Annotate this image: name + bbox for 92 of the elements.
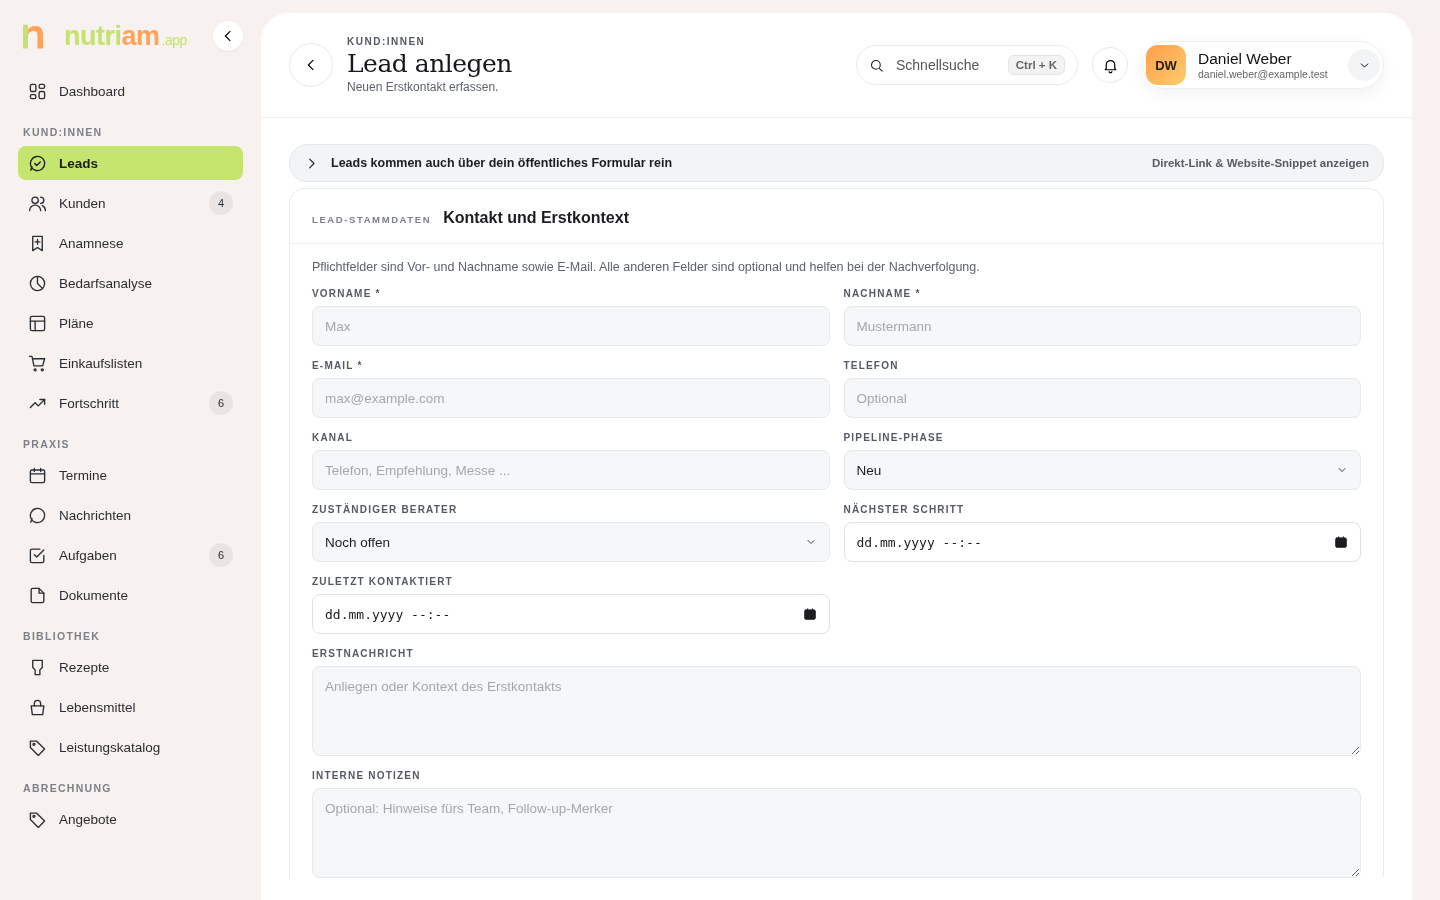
section-heading: PRAXIS (23, 438, 71, 450)
page-title: Lead anlegen (347, 49, 513, 78)
sidebar-item-label: Einkaufslisten (59, 355, 144, 371)
tag-icon (28, 737, 47, 757)
card-eyebrow: LEAD-STAMMDATEN (312, 214, 432, 225)
banner-text: Leads kommen auch über dein öffentliches Formular rein (331, 156, 674, 170)
basket-icon (28, 697, 47, 717)
field-label: NACHNAME * (843, 288, 922, 299)
sidebar-item-label: Dokumente (59, 587, 130, 603)
sidebar-item-label: Nachrichten (59, 507, 133, 523)
section-heading: ABRECHNUNG (23, 782, 113, 794)
input-field[interactable]: max@example.com (312, 378, 830, 418)
grid-icon (28, 81, 47, 101)
cart-icon (28, 353, 47, 373)
calendar-icon (802, 607, 817, 621)
sidebar-item-label: Dashboard (59, 83, 127, 99)
table-icon (28, 313, 47, 333)
text-area[interactable]: Optional: Hinweise fürs Team, Follow-up-Merker (312, 788, 1361, 878)
section-heading: BIBLIOTHEK (23, 630, 102, 642)
sidebar-item[interactable]: Termine (18, 458, 243, 492)
sidebar-item[interactable]: Einkaufslisten (18, 346, 243, 380)
pie-chart-icon (28, 273, 47, 293)
card-title: Kontakt und Erstkontext (443, 209, 629, 227)
input-field[interactable]: Max (312, 306, 830, 346)
sidebar-item-label: Lebensmittel (59, 699, 137, 715)
snippet-link[interactable]: Direkt-Link & Website-Snippet anzeigen (1151, 157, 1369, 169)
sidebar-item-label: Pläne (59, 315, 95, 331)
field-label: ZUSTÄNDIGER BERATER (312, 504, 459, 515)
sidebar-item[interactable]: Lebensmittel (18, 690, 243, 724)
sidebar-item-label: Leads (59, 155, 100, 171)
sidebar-item[interactable]: Leistungskatalog (18, 730, 243, 764)
tag-icon (28, 809, 47, 829)
date-time-field[interactable]: dd.mm.yyyy --:-- (312, 594, 830, 634)
sidebar-item[interactable]: Nachrichten (18, 498, 243, 532)
count-badge: 6 (209, 391, 233, 415)
sidebar-item[interactable]: Dashboard (18, 74, 243, 108)
field-label: NÄCHSTER SCHRITT (843, 504, 966, 515)
sidebar-item-label: Leistungskatalog (59, 739, 162, 755)
sidebar-item[interactable]: Pläne (18, 306, 243, 340)
sidebar-item[interactable]: Bedarfsanalyse (18, 266, 243, 300)
sidebar-item[interactable]: Rezepte (18, 650, 243, 684)
sidebar-item[interactable]: Aufgaben 6 (18, 538, 243, 572)
checkbox-icon (28, 545, 47, 565)
count-badge: 6 (209, 543, 233, 567)
notifications-button[interactable] (1092, 47, 1128, 83)
input-field[interactable]: Optional (843, 378, 1361, 418)
collapse-button[interactable] (213, 21, 243, 51)
document-icon (28, 585, 47, 605)
logo-wordmark: nutriam.app (64, 20, 187, 52)
field-label: KANAL (312, 432, 354, 443)
field-label: ZULETZT KONTAKTIERT (312, 576, 454, 587)
field-label: INTERNE NOTIZEN (312, 770, 422, 781)
user-email: daniel.weber@example.test (1198, 68, 1329, 80)
input-field[interactable]: Telefon, Empfehlung, Messe ... (312, 450, 830, 490)
field-label: VORNAME * (312, 288, 382, 299)
select-field[interactable]: Neu (843, 450, 1361, 490)
sidebar-item-label: Aufgaben (59, 547, 118, 563)
shortcut-hint: Ctrl + K (1007, 55, 1065, 75)
sidebar-item[interactable]: Fortschritt 6 (18, 386, 243, 420)
user-name: Daniel Weber (1198, 50, 1293, 68)
breadcrumb: KUND:INNEN (347, 36, 427, 47)
sidebar-item-label: Angebote (59, 811, 118, 827)
field-label: PIPELINE-PHASE (843, 432, 945, 443)
section-heading: KUND:INNEN (23, 126, 104, 138)
sidebar-item[interactable]: Anamnese (18, 226, 243, 260)
sidebar-item[interactable]: Dokumente (18, 578, 243, 612)
date-time-field[interactable]: dd.mm.yyyy --:-- (843, 522, 1361, 562)
search-icon (869, 57, 884, 73)
avatar: DW (1146, 45, 1186, 85)
field-label: TELEFON (843, 360, 900, 371)
sidebar-item-label: Termine (59, 467, 108, 483)
chat-bubble-icon (28, 153, 47, 173)
sidebar-item-label: Kunden (59, 195, 107, 211)
sidebar-item[interactable]: Kunden 4 (18, 186, 243, 220)
sidebar-item-label: Rezepte (59, 659, 111, 675)
page-subtitle: Neuen Erstkontakt erfassen. (347, 80, 500, 94)
count-badge: 4 (209, 191, 233, 215)
sidebar-item[interactable]: Angebote (18, 802, 243, 836)
sidebar-item-label: Fortschritt (59, 395, 120, 411)
chat-bubble-icon (28, 505, 47, 525)
field-label: ERSTNACHRICHT (312, 648, 415, 659)
select-field[interactable]: Noch offen (312, 522, 830, 562)
calendar-icon (28, 465, 47, 485)
info-banner[interactable]: Leads kommen auch über dein öffentliches Formular rein Direkt-Link & Website-Snippet anzeigen (289, 144, 1384, 182)
sidebar-item-label: Bedarfsanalyse (59, 275, 154, 291)
form-hint: Pflichtfelder sind Vor- und Nachname sowie E-Mail. Alle anderen Felder sind optional und helfen bei der Nachverfolgung. (312, 260, 981, 274)
sidebar-item[interactable]: Leads (18, 146, 243, 180)
input-field[interactable]: Mustermann (843, 306, 1361, 346)
field-label: E-MAIL * (312, 360, 364, 371)
text-area[interactable]: Anliegen oder Kontext des Erstkontakts (312, 666, 1361, 756)
sidebar-item-label: Anamnese (59, 235, 125, 251)
calendar-icon (1334, 535, 1348, 549)
